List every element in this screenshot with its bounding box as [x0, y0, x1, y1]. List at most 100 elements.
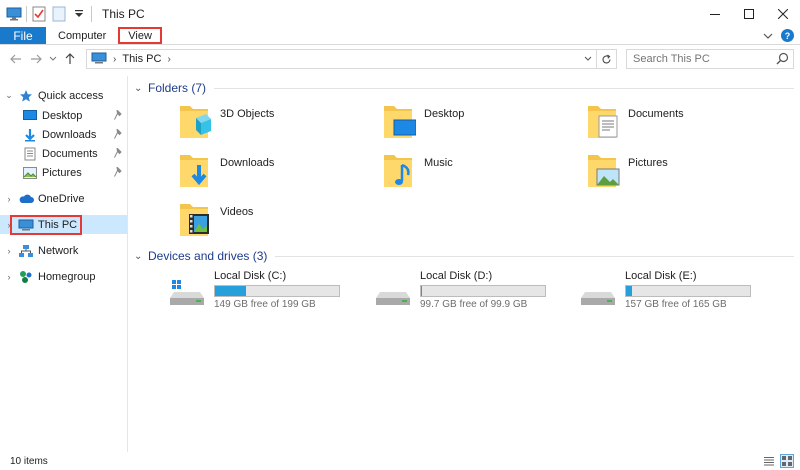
new-folder-icon[interactable] [51, 6, 67, 22]
refresh-button[interactable] [596, 50, 616, 68]
folder-3d-objects[interactable]: 3D Objects [178, 102, 368, 146]
ribbon-right-controls: ? [763, 27, 800, 44]
forward-button[interactable] [26, 49, 46, 69]
pin-icon[interactable] [114, 108, 123, 123]
minimize-icon [710, 13, 720, 15]
search-box[interactable] [626, 49, 794, 69]
drive-c[interactable]: Local Disk (C:) 149 GB free of 199 GB [170, 270, 370, 310]
drive-name: Local Disk (C:) [214, 270, 287, 282]
collapsed-chevron-icon[interactable]: › [4, 272, 14, 282]
drive-usage-bar [420, 285, 546, 297]
navigation-bar: › This PC › [0, 46, 800, 72]
network-icon [18, 243, 34, 259]
expanded-chevron-icon[interactable]: ⌄ [4, 90, 14, 101]
folders-group-header[interactable]: ⌄ Folders (7) [134, 78, 794, 98]
sidebar-item-desktop[interactable]: Desktop [0, 106, 127, 125]
pin-icon[interactable] [114, 127, 123, 142]
folder-pictures[interactable]: Pictures [586, 151, 776, 195]
address-bar[interactable]: › This PC › [86, 49, 617, 69]
music-folder-icon [382, 151, 416, 193]
sidebar-item-onedrive[interactable]: › OneDrive [0, 189, 127, 208]
drive-name: Local Disk (E:) [625, 270, 697, 282]
group-header-label: Devices and drives (3) [148, 249, 268, 263]
maximize-button[interactable] [732, 0, 766, 27]
drive-free-space: 157 GB free of 165 GB [625, 299, 727, 310]
sidebar-item-homegroup[interactable]: › Homegroup [0, 267, 127, 286]
view-switcher [762, 454, 794, 468]
window-controls [698, 0, 800, 27]
chevron-down-icon[interactable]: ⌄ [134, 83, 146, 94]
picture-icon [22, 165, 38, 181]
close-button[interactable] [766, 0, 800, 27]
minimize-button[interactable] [698, 0, 732, 27]
tab-file[interactable]: File [0, 27, 46, 44]
toolbar-divider [91, 5, 92, 22]
folder-music[interactable]: Music [382, 151, 572, 195]
3d-objects-folder-icon [178, 102, 212, 144]
recent-locations-button[interactable] [46, 49, 60, 69]
drive-usage-fill [215, 286, 246, 296]
breadcrumb-separator[interactable]: › [167, 54, 170, 65]
documents-folder-icon [586, 102, 620, 144]
computer-icon[interactable] [6, 6, 22, 22]
hard-drive-icon [581, 280, 617, 306]
customize-toolbar-icon[interactable] [71, 6, 87, 22]
pictures-folder-icon [586, 151, 620, 193]
sidebar-item-quick-access[interactable]: ⌄ Quick access [0, 86, 127, 105]
devices-group-header[interactable]: ⌄ Devices and drives (3) [134, 246, 794, 266]
expand-ribbon-icon[interactable] [763, 29, 773, 43]
properties-icon[interactable] [31, 6, 47, 22]
pin-icon[interactable] [114, 165, 123, 180]
sidebar-item-downloads[interactable]: Downloads [0, 125, 127, 144]
group-divider [214, 87, 794, 89]
folder-videos[interactable]: Videos [178, 200, 368, 244]
group-divider [275, 255, 794, 257]
content-pane: ⌄ Folders (7) 3D Objects Desktop Documen… [134, 76, 794, 452]
status-bar: 10 items [0, 452, 800, 470]
back-button[interactable] [6, 49, 26, 69]
group-header-label: Folders (7) [148, 81, 207, 95]
sidebar-item-label: Homegroup [38, 270, 96, 283]
address-history-button[interactable] [580, 50, 596, 68]
document-icon [22, 146, 38, 162]
tab-computer[interactable]: Computer [46, 27, 118, 44]
sidebar-item-label: Pictures [42, 166, 82, 179]
title-bar: This PC [0, 0, 800, 27]
folder-documents[interactable]: Documents [586, 102, 776, 146]
sidebar-item-pictures[interactable]: Pictures [0, 163, 127, 182]
tab-view[interactable]: View [118, 27, 162, 44]
up-arrow-icon [65, 53, 75, 64]
drive-e[interactable]: Local Disk (E:) 157 GB free of 165 GB [581, 270, 781, 310]
collapsed-chevron-icon[interactable]: › [4, 246, 14, 256]
help-icon[interactable]: ? [781, 29, 794, 42]
folder-downloads[interactable]: Downloads [178, 151, 368, 195]
sidebar-item-documents[interactable]: Documents [0, 144, 127, 163]
folder-name: Pictures [628, 157, 668, 169]
sidebar-item-network[interactable]: › Network [0, 241, 127, 260]
chevron-down-icon[interactable]: ⌄ [134, 251, 146, 262]
drive-usage-bar [625, 285, 751, 297]
chevron-down-icon [584, 56, 592, 61]
drive-free-space: 99.7 GB free of 99.9 GB [420, 299, 528, 310]
up-button[interactable] [60, 49, 80, 69]
search-icon[interactable] [776, 52, 789, 68]
large-icons-view-button[interactable] [780, 454, 794, 468]
chevron-down-icon [49, 56, 57, 61]
pin-icon[interactable] [114, 146, 123, 161]
folder-desktop[interactable]: Desktop [382, 102, 572, 146]
large-icons-view-icon [782, 456, 792, 466]
desktop-folder-icon [382, 102, 417, 144]
sidebar-item-label: Desktop [42, 109, 83, 122]
download-arrow-icon [22, 127, 38, 143]
drive-d[interactable]: Local Disk (D:) 99.7 GB free of 99.9 GB [376, 270, 576, 310]
sidebar-item-label: Network [38, 244, 79, 257]
search-input[interactable] [627, 53, 767, 65]
collapsed-chevron-icon[interactable]: › [4, 194, 14, 204]
star-icon [18, 88, 34, 104]
breadcrumb-this-pc[interactable]: This PC [122, 53, 161, 65]
toolbar-divider [26, 5, 27, 22]
drive-usage-bar [214, 285, 340, 297]
details-view-button[interactable] [762, 454, 776, 468]
sidebar-item-label: Quick access [38, 89, 104, 102]
maximize-icon [744, 8, 754, 19]
